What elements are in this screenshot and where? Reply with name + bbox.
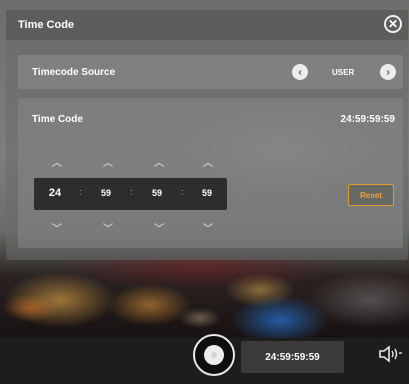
timecode-fields: 24 : 59 : 59 : 59 — [34, 178, 227, 210]
reset-button[interactable]: Reset — [348, 184, 394, 206]
hours-down-icon[interactable]: ﹀ — [50, 220, 64, 235]
speaker-icon[interactable] — [378, 345, 402, 363]
chevron-right-icon[interactable]: › — [380, 64, 396, 80]
minutes-down-icon[interactable]: ﹀ — [101, 220, 115, 235]
timecode-current-value: 24:59:59:59 — [340, 114, 395, 125]
frames-up-icon[interactable]: ︿ — [201, 154, 215, 169]
hours-up-icon[interactable]: ︿ — [50, 154, 64, 169]
frames-down-icon[interactable]: ﹀ — [201, 220, 215, 235]
seconds-up-icon[interactable]: ︿ — [152, 154, 166, 169]
timecode-source-value: USER — [332, 68, 355, 77]
hours-field[interactable]: 24 — [43, 187, 67, 199]
separator: : — [130, 187, 133, 197]
minutes-field[interactable]: 59 — [94, 188, 118, 198]
timecode-label: Time Code — [32, 114, 83, 125]
separator: : — [181, 187, 184, 197]
dialog-title: Time Code — [18, 19, 75, 31]
close-icon[interactable]: ✕ — [384, 15, 402, 33]
frames-field[interactable]: 59 — [195, 188, 219, 198]
record-button-inner — [204, 345, 224, 365]
timecode-source-row: Timecode Source ‹ USER › — [18, 55, 403, 89]
timecode-dialog: Time Code ✕ Timecode Source ‹ USER › Tim… — [6, 10, 408, 260]
record-icon[interactable] — [193, 334, 235, 376]
bottom-timecode-display[interactable]: 24:59:59:59 — [241, 341, 344, 373]
separator: : — [79, 187, 82, 197]
seconds-down-icon[interactable]: ﹀ — [152, 220, 166, 235]
minutes-up-icon[interactable]: ︿ — [101, 154, 115, 169]
record-dot — [211, 352, 217, 358]
timecode-panel: Time Code 24:59:59:59 ︿ ︿ ︿ ︿ 24 : 59 : … — [18, 98, 403, 248]
camera-background-lights — [0, 258, 409, 338]
chevron-left-icon[interactable]: ‹ — [292, 64, 308, 80]
seconds-field[interactable]: 59 — [145, 188, 169, 198]
timecode-source-label: Timecode Source — [32, 67, 116, 78]
dialog-title-bar: Time Code ✕ — [6, 10, 408, 40]
